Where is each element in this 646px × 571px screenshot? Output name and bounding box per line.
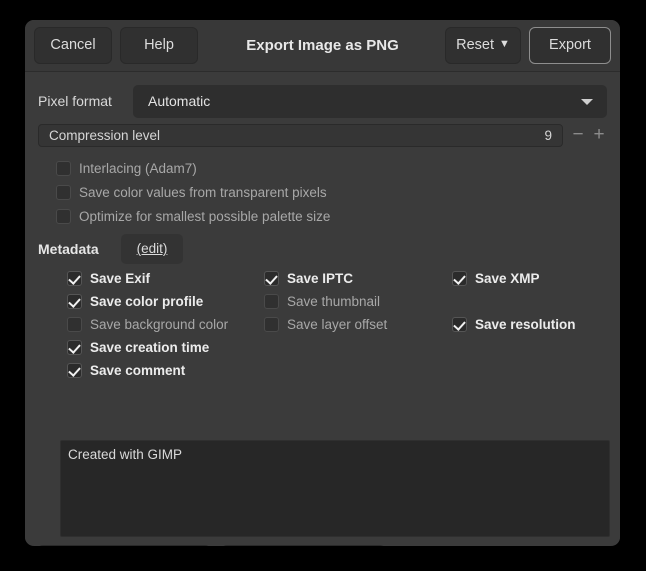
compression-level-value: 9 — [544, 125, 552, 146]
compression-level-row: Compression level 9 − + — [38, 124, 607, 148]
checkbox-label: Save thumbnail — [287, 291, 380, 312]
checkbox-icon — [67, 340, 82, 355]
chevron-down-icon: ▼ — [499, 27, 510, 62]
checkbox-label: Save background color — [90, 314, 228, 335]
checkbox-label: Optimize for smallest possible palette s… — [79, 206, 330, 227]
checkbox-icon — [67, 363, 82, 378]
checkbox-label: Save resolution — [475, 314, 576, 335]
dialog-header: Export Image as PNG Cancel Help Reset▼ E… — [25, 20, 620, 72]
checkbox-icon — [264, 271, 279, 286]
checkbox-icon — [264, 294, 279, 309]
checkbox-label: Save comment — [90, 360, 185, 381]
export-png-dialog: Export Image as PNG Cancel Help Reset▼ E… — [25, 20, 620, 546]
compression-level-slider[interactable]: Compression level 9 — [38, 124, 563, 147]
checkbox-icon — [56, 161, 71, 176]
edit-metadata-link[interactable]: (edit) — [121, 234, 183, 264]
checkbox-label: Save creation time — [90, 337, 209, 358]
comment-value: Created with GIMP — [68, 446, 603, 464]
compression-decrement-button[interactable]: − — [568, 124, 588, 147]
pixel-format-value: Automatic — [148, 93, 210, 109]
checkbox-icon — [452, 317, 467, 332]
dialog-body: Pixel format Automatic Compression level… — [25, 72, 620, 545]
checkbox-label: Save Exif — [90, 268, 150, 289]
checkbox-icon — [264, 317, 279, 332]
chevron-down-icon — [581, 99, 593, 105]
export-button[interactable]: Export — [529, 27, 611, 64]
save-settings-button[interactable]: Save Settings — [221, 545, 386, 546]
compression-increment-button[interactable]: + — [589, 124, 609, 147]
help-button[interactable]: Help — [120, 27, 198, 64]
pixel-format-label: Pixel format — [38, 85, 112, 118]
pixel-format-select[interactable]: Automatic — [133, 85, 607, 118]
metadata-checkbox-grid: Save Exif Save color profile Save backgr… — [67, 268, 620, 378]
load-saved-settings-button[interactable]: Load Saved Settings — [37, 545, 211, 546]
checkbox-icon — [452, 271, 467, 286]
checkbox-label: Save layer offset — [287, 314, 387, 335]
checkbox-icon — [56, 185, 71, 200]
checkbox-label: Interlacing (Adam7) — [79, 158, 197, 179]
checkbox-icon — [67, 294, 82, 309]
checkbox-label: Save color profile — [90, 291, 203, 312]
checkbox-icon — [56, 209, 71, 224]
pixel-format-row: Pixel format Automatic — [38, 85, 607, 118]
cancel-button[interactable]: Cancel — [34, 27, 112, 64]
checkbox-icon — [67, 271, 82, 286]
comment-textarea[interactable]: Created with GIMP — [60, 440, 610, 537]
reset-button[interactable]: Reset ▼ — [445, 27, 521, 64]
checkbox-label: Save XMP — [475, 268, 540, 289]
metadata-title: Metadata — [38, 234, 99, 264]
compression-level-label: Compression level — [49, 125, 160, 146]
reset-label: Reset — [456, 37, 494, 53]
checkbox-label: Save IPTC — [287, 268, 353, 289]
checkbox-label: Save color values from transparent pixel… — [79, 182, 327, 203]
checkbox-icon — [67, 317, 82, 332]
